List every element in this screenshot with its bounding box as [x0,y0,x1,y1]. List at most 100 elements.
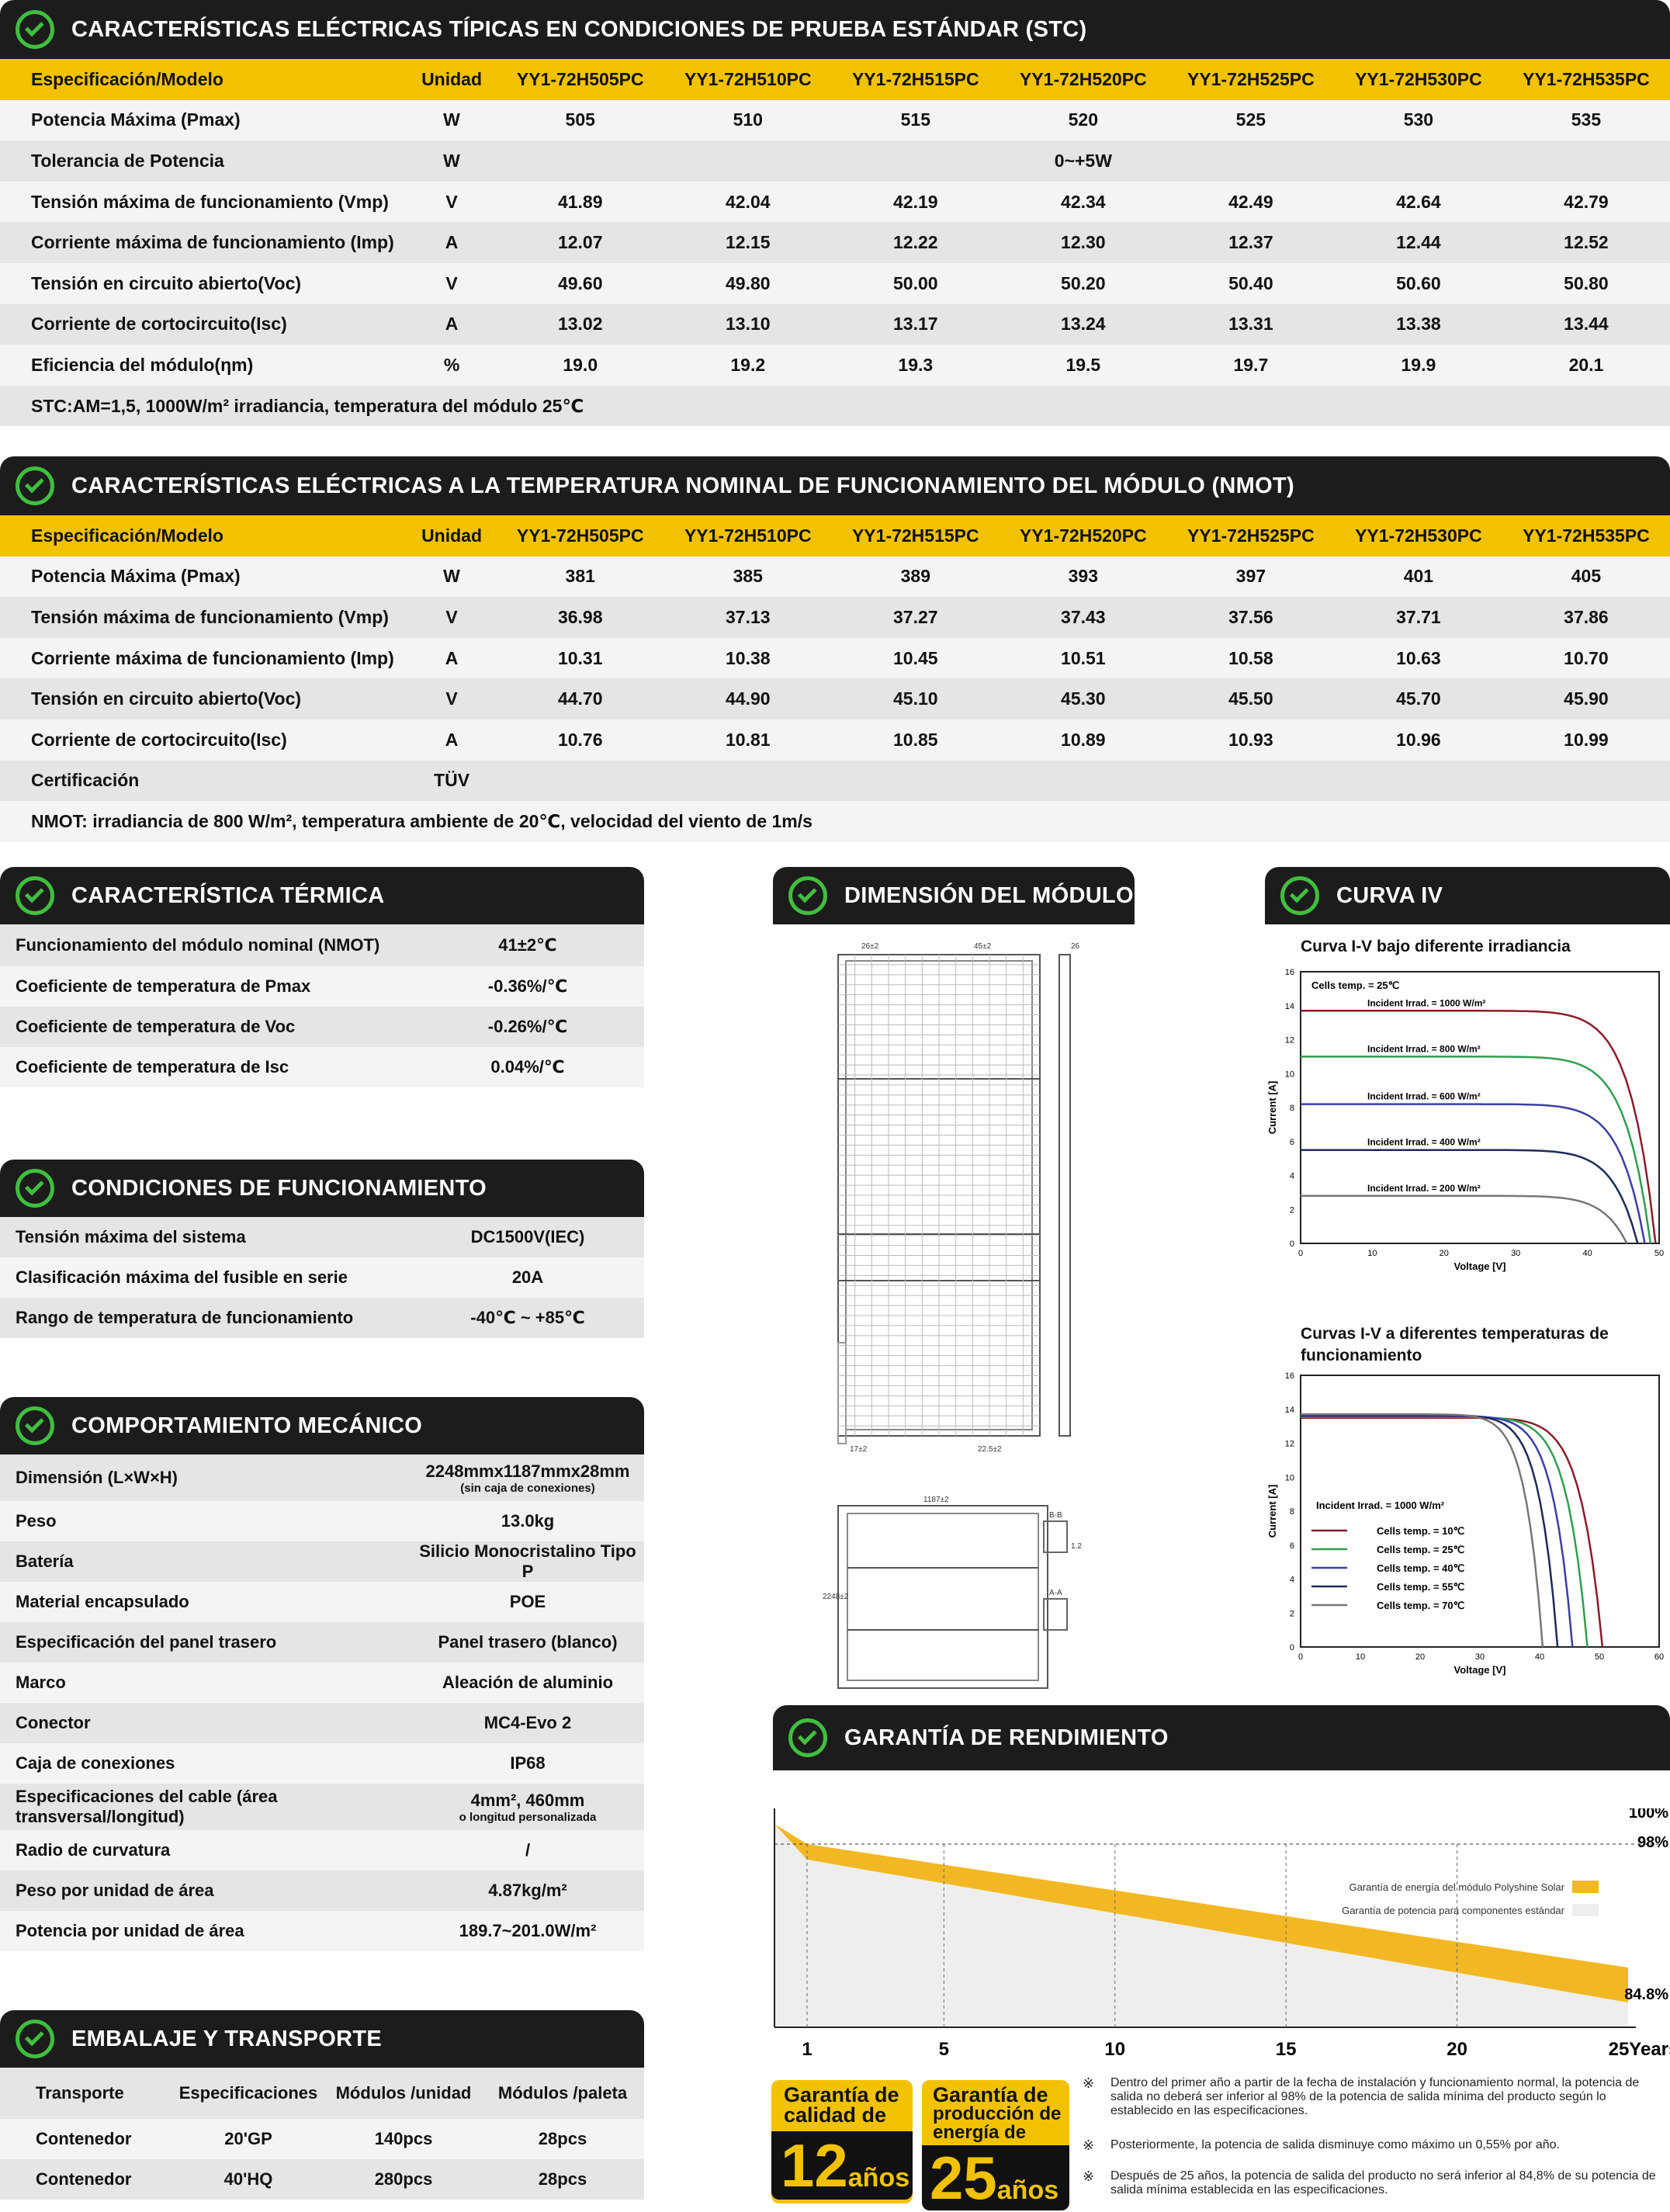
value-cell: 42.79 [1502,181,1670,223]
iv-header: CURVA IV [1265,867,1670,924]
header-cell: YY1-72H530PC [1334,515,1502,556]
badge2-line1: Garantía de [933,2083,1048,2106]
value-cell: 13.17 [831,303,1000,345]
row-label: Coeficiente de temperatura de Pmax [0,966,411,1007]
value-cell: -0.36%/℃ [411,966,644,1007]
thermal-header: CARACTERÍSTICA TÉRMICA [0,867,644,924]
table-row: Especificaciones del cable (área transve… [0,1784,644,1830]
header-cell: YY1-72H525PC [1166,515,1335,556]
value-text: 20A [511,1267,544,1287]
value-cell: Aleación de aluminio [411,1662,644,1703]
value-text: 13.0kg [501,1511,555,1531]
nmot-title: CARACTERÍSTICAS ELÉCTRICAS A LA TEMPERAT… [71,473,1294,498]
mechanical-table: Dimensión (L×W×H) 2248mmx1187mmx28mm (sin … [0,1454,644,1951]
value-cell: 19.9 [1334,345,1502,386]
cell: 28pcs [481,2119,644,2159]
mechanical-header: COMPORTAMIENTO MECÁNICO [0,1397,644,1454]
value-cell: 37.43 [999,597,1167,638]
table-row: Caja de conexiones IP68 [0,1743,644,1784]
packing-table: Transporte Especificaciones Módulos /unida… [0,2068,644,2200]
curve-label: Incident Irrad. = 400 W/m² [1367,1137,1481,1148]
row-label: Caja de conexiones [0,1743,411,1784]
badge2-num: 25 [930,2144,997,2212]
unit-cell: % [407,345,497,386]
value-cell: 19.3 [831,345,1000,386]
x-tick-label: 50 [1595,1652,1604,1662]
value-cell: 12.07 [496,222,664,263]
value-cell: 10.96 [1334,719,1502,761]
row-label: Eficiencia del módulo(ηm) [0,345,407,386]
note-cell: NMOT: irradiancia de 800 W/m², temperatu… [0,801,1670,842]
y-tick-label: 10 [1285,1473,1294,1482]
legend-label: Garantía de potencia para componentes es… [1342,1905,1565,1916]
value-cell: MC4-Evo 2 [411,1703,644,1743]
year-tick: 15 [1276,2039,1297,2060]
value-cell: 13.38 [1334,303,1502,345]
value-cell: 10.58 [1166,637,1335,679]
y-tick-label: 2 [1290,1609,1294,1618]
value-cell: 10.38 [663,637,832,679]
value-cell: 37.56 [1166,597,1335,638]
value-cell: 42.64 [1334,181,1502,223]
check-icon [1280,876,1319,915]
table-row: Funcionamiento del módulo nominal (NMOT)… [0,924,644,966]
value-cell: 405 [1502,556,1670,598]
value-cell: 397 [1166,556,1335,598]
value-cell: 13.10 [663,303,832,345]
value-text: 4.87kg/m² [488,1881,567,1900]
chart-annotation: Cells temp. = 25℃ [1311,979,1399,991]
value-cell: 4.87kg/m² [411,1870,644,1911]
table-row: Potencia Máxima (Pmax) W 505 510 515 520 525 53… [0,99,1670,141]
value-cell: 525 [1166,99,1335,141]
value-text: IP68 [510,1753,546,1773]
unit-cell: V [407,597,497,638]
value-cell: 515 [831,99,1000,141]
check-icon [16,10,54,49]
table-row: Corriente de cortocircuito(Isc) A 10.76 10.… [0,719,1670,761]
unit-cell: V [407,181,497,223]
value-cell: 45.70 [1334,678,1502,719]
y-tick-label: 4 [1290,1576,1294,1585]
header-cell: Transporte [0,2068,171,2119]
header-cell: Especificación/Modelo [0,515,407,556]
x-tick-label: 0 [1298,1652,1303,1662]
value-cell: 12.44 [1334,222,1502,263]
value-cell: 49.80 [663,262,832,304]
dim-label-8: 1.2 [1071,1542,1082,1551]
legend-label: Cells temp. = 70℃ [1377,1600,1464,1611]
row-label: Coeficiente de temperatura de Isc [0,1047,411,1087]
row-label: Potencia Máxima (Pmax) [0,556,407,598]
value-text: POE [509,1592,546,1611]
value-cell: 10.45 [831,637,1000,679]
table-row: Tensión máxima de funcionamiento (Vmp) V 4… [0,181,1670,223]
row-label: Potencia por unidad de área [0,1911,411,1951]
value-cell: 50.40 [1166,262,1335,304]
value-cell: 42.34 [999,181,1167,223]
table-row: Corriente de cortocircuito(Isc) A 13.02 13.… [0,303,1670,345]
iv-chart2-title: Curvas I-V a diferentes temperaturas de … [1301,1325,1609,1364]
table-row: Corriente máxima de funcionamiento (Imp)… [0,222,1670,263]
table-row: Tensión máxima del sistema DC1500V(IEC) [0,1217,644,1257]
row-label: Corriente de cortocircuito(Isc) [0,719,407,761]
check-icon [16,1406,54,1445]
value-text: 41±2℃ [498,935,557,955]
unit-cell: W [407,140,497,182]
legend-swatch [1572,1881,1599,1893]
value-cell: 0~+5W [496,140,1670,182]
value-cell: 535 [1502,99,1670,141]
value-cell: 13.02 [496,303,664,345]
cell: 28pcs [481,2159,644,2200]
cell: Contenedor [0,2119,171,2159]
iv-chart-irradiance: 0 10 20 30 40 50 0 2 4 6 8 10 12 14 16 Voltage [V] Curre… [1266,968,1664,1272]
x-tick-label: 50 [1654,1249,1664,1258]
cell: 40'HQ [171,2159,326,2200]
curve-label: Incident Irrad. = 200 W/m² [1367,1183,1481,1194]
header-cell: Especificaciones [171,2068,326,2119]
value-text: Aleación de aluminio [442,1673,614,1692]
y-tick-label: 14 [1285,1406,1294,1415]
row-label: Tensión máxima de funcionamiento (Vmp) [0,597,407,638]
value-cell: 42.04 [663,181,832,223]
value-cell: 36.98 [496,597,664,638]
value-cell: 12.37 [1166,222,1335,263]
value-cell: 50.60 [1334,262,1502,304]
